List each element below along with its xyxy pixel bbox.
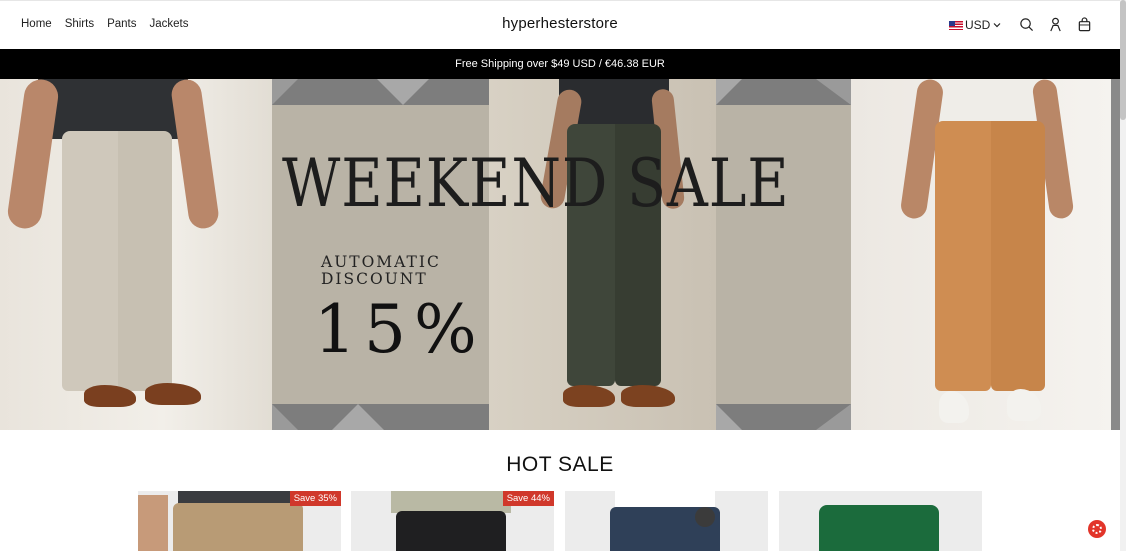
sale-badge: Save 44% [502, 491, 554, 506]
scrollbar-thumb[interactable] [1120, 0, 1126, 120]
header-icons [1019, 17, 1092, 32]
page-scrollbar[interactable] [1120, 0, 1126, 551]
currency-label: USD [965, 18, 991, 32]
product-card[interactable]: Save 44% [351, 491, 554, 551]
search-icon[interactable] [1019, 17, 1034, 32]
hero-pattern-panel [716, 79, 851, 430]
hero-model-photo-beige [0, 79, 272, 430]
product-card[interactable] [779, 491, 982, 551]
hot-sale-heading: HOT SALE [506, 453, 614, 476]
chevron-down-icon [993, 23, 1001, 28]
currency-selector[interactable]: USD [949, 18, 1002, 32]
help-widget-button[interactable] [1088, 520, 1106, 538]
hero-discount-percent: 15% [314, 291, 485, 368]
product-card[interactable] [565, 491, 768, 551]
hero-model-photo-olive [489, 79, 716, 430]
hero-model-photo-orange [851, 79, 1111, 430]
cart-icon[interactable] [1077, 17, 1092, 32]
account-icon[interactable] [1048, 17, 1063, 32]
announcement-bar: Free Shipping over $49 USD / €46.38 EUR [0, 49, 1120, 79]
us-flag-icon [949, 20, 963, 30]
product-card[interactable]: Save 35% [138, 491, 341, 551]
site-header: Home Shirts Pants Jackets hyperhestersto… [0, 0, 1120, 49]
sale-badge: Save 35% [289, 491, 341, 506]
hero-subtitle: AUTOMATIC DISCOUNT [321, 253, 441, 288]
hero-title: WEEKEND SALE [282, 145, 790, 222]
hero-banner[interactable]: WEEKEND SALE AUTOMATIC DISCOUNT 15% [0, 79, 1120, 430]
